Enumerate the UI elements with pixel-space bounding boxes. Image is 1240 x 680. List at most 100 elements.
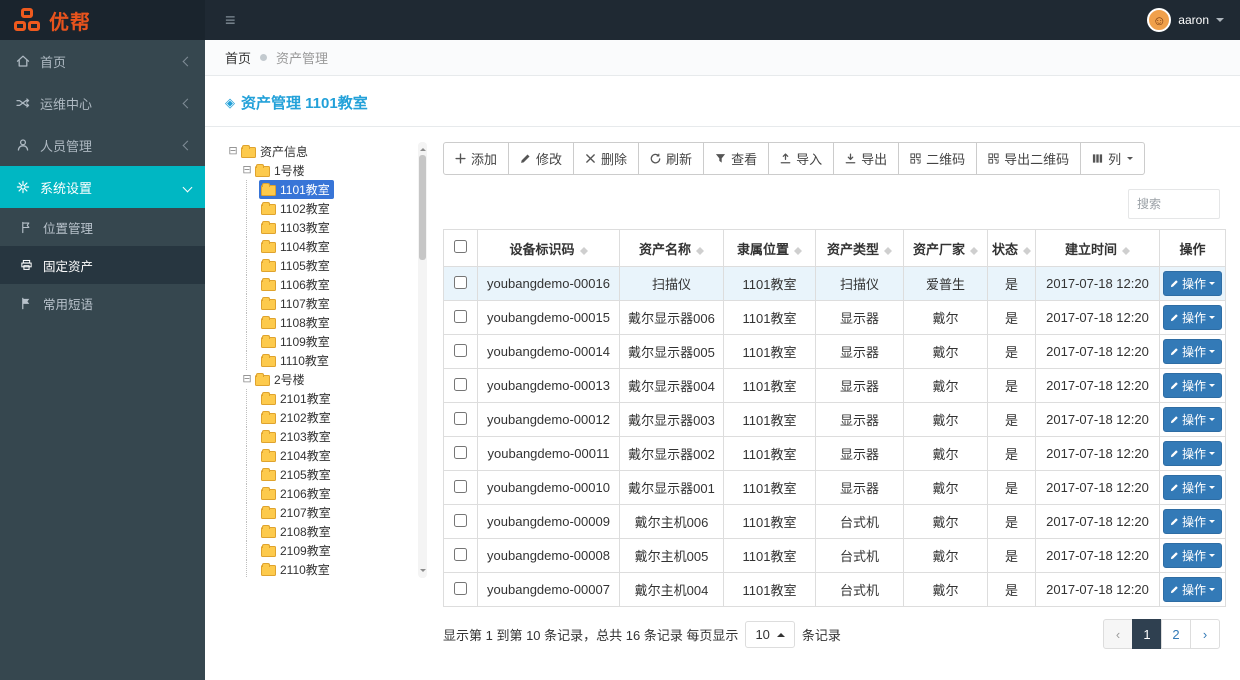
row-checkbox[interactable] <box>454 547 467 561</box>
sidebar-item-location-mgmt[interactable]: 位置管理 <box>0 208 205 246</box>
folder-icon <box>261 354 276 367</box>
row-checkbox[interactable] <box>454 513 467 527</box>
row-checkbox-cell <box>443 368 478 403</box>
row-checkbox[interactable] <box>454 411 467 425</box>
row-action-button[interactable]: 操作 <box>1163 577 1222 602</box>
tree-node-room[interactable]: 1105教室 <box>225 256 427 275</box>
scroll-up-icon[interactable] <box>419 145 426 151</box>
tree-node-room[interactable]: 1102教室 <box>225 199 427 218</box>
row-checkbox[interactable] <box>454 479 467 493</box>
tree-node-building[interactable]: ⊟ 1号楼 <box>225 161 427 180</box>
row-checkbox[interactable] <box>454 581 467 595</box>
sidebar-item-personnel[interactable]: 人员管理 <box>0 124 205 166</box>
scroll-down-icon[interactable] <box>419 569 426 575</box>
cell-vendor: 戴尔 <box>903 504 988 539</box>
tree-node-room[interactable]: 2103教室 <box>225 427 427 446</box>
tree-collapse-icon[interactable]: ⊟ <box>227 146 239 157</box>
tree-node-room[interactable]: 2104教室 <box>225 446 427 465</box>
tree-node-room[interactable]: 1110教室 <box>225 351 427 370</box>
tree-line <box>246 560 259 578</box>
col-header-created-time[interactable]: 建立时间 <box>1035 229 1160 267</box>
add-button[interactable]: 添加 <box>443 142 510 175</box>
row-action-button[interactable]: 操作 <box>1163 407 1222 432</box>
user-avatar: ☺ <box>1147 8 1172 32</box>
tree-node-room[interactable]: 1106教室 <box>225 275 427 294</box>
scrollbar-thumb[interactable] <box>419 155 426 260</box>
row-action-button[interactable]: 操作 <box>1163 509 1222 534</box>
chevron-down-icon <box>1209 588 1215 594</box>
sidebar-item-system-settings[interactable]: 系统设置 <box>0 166 205 208</box>
col-header-location[interactable]: 隶属位置 <box>723 229 816 267</box>
row-checkbox[interactable] <box>454 275 467 289</box>
edit-button[interactable]: 修改 <box>508 142 575 175</box>
row-checkbox[interactable] <box>454 309 467 323</box>
app-logo[interactable]: 优帮 <box>0 0 205 40</box>
col-header-asset-type[interactable]: 资产类型 <box>815 229 904 267</box>
select-all-checkbox[interactable] <box>454 240 467 253</box>
cell-location: 1101教室 <box>723 368 816 403</box>
menu-toggle-icon[interactable]: ≡ <box>225 10 236 31</box>
sidebar-item-home[interactable]: 首页 <box>0 40 205 82</box>
tree-node-room[interactable]: 1103教室 <box>225 218 427 237</box>
sort-icon <box>1122 243 1130 256</box>
export-button[interactable]: 导出 <box>833 142 900 175</box>
view-button[interactable]: 查看 <box>703 142 770 175</box>
tree-node-room[interactable]: 1101教室 <box>225 180 427 199</box>
tree-node-room[interactable]: 2105教室 <box>225 465 427 484</box>
tree-scrollbar[interactable] <box>418 142 427 578</box>
tree-collapse-icon[interactable]: ⊟ <box>241 165 253 176</box>
pagination-page-1[interactable]: 1 <box>1132 619 1162 649</box>
export-qrcode-button[interactable]: 导出二维码 <box>976 142 1082 175</box>
sidebar-item-ops-center[interactable]: 运维中心 <box>0 82 205 124</box>
page-size-select[interactable]: 10 <box>745 620 795 648</box>
cell-created-time: 2017-07-18 12:20 <box>1035 504 1160 539</box>
breadcrumb-current: 资产管理 <box>276 51 329 66</box>
row-action-button[interactable]: 操作 <box>1163 441 1222 466</box>
sidebar-item-fixed-assets[interactable]: 固定资产 <box>0 246 205 284</box>
tree-node-building[interactable]: ⊟ 2号楼 <box>225 370 427 389</box>
cell-vendor: 戴尔 <box>903 300 988 335</box>
col-header-status[interactable]: 状态 <box>987 229 1036 267</box>
tree-node-room[interactable]: 2110教室 <box>225 560 427 578</box>
folder-icon <box>261 430 276 443</box>
tree-collapse-icon[interactable]: ⊟ <box>241 374 253 385</box>
tree-node-room[interactable]: 2107教室 <box>225 503 427 522</box>
row-checkbox[interactable] <box>454 445 467 459</box>
row-action-button[interactable]: 操作 <box>1163 271 1222 296</box>
refresh-button[interactable]: 刷新 <box>638 142 705 175</box>
pagination-next[interactable]: › <box>1190 619 1220 649</box>
qrcode-button[interactable]: 二维码 <box>898 142 978 175</box>
col-header-vendor[interactable]: 资产厂家 <box>903 229 988 267</box>
tree-node-room[interactable]: 2106教室 <box>225 484 427 503</box>
sidebar-item-common-phrases[interactable]: 常用短语 <box>0 284 205 322</box>
select-all-header[interactable] <box>443 229 478 267</box>
row-action-button[interactable]: 操作 <box>1163 305 1222 330</box>
tree-node-room[interactable]: 1109教室 <box>225 332 427 351</box>
tree-node-room[interactable]: 2101教室 <box>225 389 427 408</box>
row-action-button[interactable]: 操作 <box>1163 475 1222 500</box>
tree-node-room[interactable]: 1108教室 <box>225 313 427 332</box>
tree-node-room[interactable]: 2108教室 <box>225 522 427 541</box>
user-menu[interactable]: ☺ aaron <box>1147 8 1224 32</box>
row-action-button[interactable]: 操作 <box>1163 373 1222 398</box>
tree-node-room[interactable]: 1107教室 <box>225 294 427 313</box>
breadcrumb-home[interactable]: 首页 <box>225 48 251 67</box>
pagination-prev[interactable]: ‹ <box>1103 619 1133 649</box>
columns-button[interactable]: 列 <box>1080 142 1146 175</box>
tree-node-room[interactable]: 1104教室 <box>225 237 427 256</box>
row-checkbox[interactable] <box>454 343 467 357</box>
row-checkbox[interactable] <box>454 377 467 391</box>
col-header-asset-name[interactable]: 资产名称 <box>619 229 724 267</box>
import-button[interactable]: 导入 <box>768 142 835 175</box>
tree-node-root[interactable]: ⊟ 资产信息 <box>225 142 427 161</box>
delete-button[interactable]: 删除 <box>573 142 640 175</box>
row-action-button[interactable]: 操作 <box>1163 543 1222 568</box>
col-header-device-code[interactable]: 设备标识码 <box>477 229 620 267</box>
pagination-page-2[interactable]: 2 <box>1161 619 1191 649</box>
chevron-down-icon <box>1209 384 1215 390</box>
tree-node-room[interactable]: 2109教室 <box>225 541 427 560</box>
tree-node-room[interactable]: 2102教室 <box>225 408 427 427</box>
search-input[interactable] <box>1128 189 1220 219</box>
row-action-button[interactable]: 操作 <box>1163 339 1222 364</box>
row-checkbox-cell <box>443 470 478 505</box>
